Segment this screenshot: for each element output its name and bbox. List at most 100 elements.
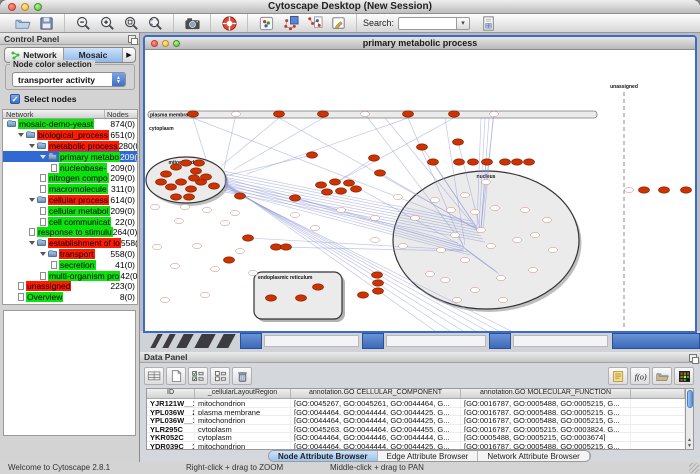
network-node-unselected[interactable]: [203, 207, 212, 212]
network-node-unselected[interactable]: [311, 225, 320, 230]
network-node[interactable]: [500, 159, 511, 165]
network-node-unselected[interactable]: [447, 207, 456, 212]
network-node[interactable]: [266, 295, 277, 301]
network-node-unselected[interactable]: [161, 297, 170, 302]
network-node-unselected[interactable]: [497, 275, 506, 280]
network-node-unselected[interactable]: [399, 243, 408, 248]
search-dropdown-button[interactable]: ▾: [456, 17, 470, 30]
network-node[interactable]: [201, 174, 212, 180]
network-node-unselected[interactable]: [487, 243, 496, 248]
network-node[interactable]: [316, 182, 327, 188]
network-node-unselected[interactable]: [451, 232, 460, 237]
network-node[interactable]: [482, 159, 493, 165]
table-cell[interactable]: plasma membrane: [195, 408, 291, 416]
disclosure-triangle-icon[interactable]: [29, 198, 35, 202]
table-cell[interactable]: YLR295C: [147, 425, 195, 433]
network-node[interactable]: [336, 188, 347, 194]
network-node[interactable]: [235, 193, 246, 199]
network-node[interactable]: [681, 187, 692, 193]
disclosure-triangle-icon[interactable]: [40, 155, 46, 159]
network-node-unselected[interactable]: [461, 257, 470, 262]
network-node[interactable]: [281, 244, 292, 250]
tab-network-attribute-browser[interactable]: Network Attribute Browser: [478, 451, 589, 461]
network-node[interactable]: [209, 183, 220, 189]
network-node-unselected[interactable]: [549, 247, 558, 252]
network-node[interactable]: [318, 111, 329, 117]
table-cell[interactable]: [GO:0044464, GO:0044444, GO:0044425, G..…: [291, 416, 461, 424]
network-node-unselected[interactable]: [394, 194, 403, 199]
table-cell[interactable]: [631, 399, 685, 407]
network-node[interactable]: [188, 111, 199, 117]
tree-row-cellular-metabol[interactable]: cellular metabol209(0): [3, 205, 137, 216]
tree-column-nodes[interactable]: Nodes: [105, 110, 137, 118]
network-node-unselected[interactable]: [453, 297, 462, 302]
table-cell[interactable]: [GO:0044464, GO:0044446, GO:0044444, G..…: [291, 433, 461, 441]
zoom-in-icon[interactable]: [97, 15, 117, 32]
network-node[interactable]: [468, 159, 479, 165]
network-node[interactable]: [369, 155, 380, 161]
tree-row-macromolecule[interactable]: macromolecule311(0): [3, 184, 137, 195]
network-node-unselected[interactable]: [361, 111, 370, 116]
network-node-unselected[interactable]: [529, 267, 538, 272]
layout-tool-blue-icon[interactable]: [280, 15, 300, 32]
network-node[interactable]: [186, 186, 197, 192]
attribute-label-icon[interactable]: [608, 367, 628, 385]
tree-row-secretion[interactable]: secretion41(0): [3, 259, 137, 270]
column-header-annotation-go-cellular-component[interactable]: annotation.GO CELLULAR_COMPONENT: [291, 389, 461, 398]
tree-row-mosaic-demo-yeast[interactable]: mosaic-demo-yeast874(0): [3, 119, 137, 130]
column-header--cellularlayoutregion[interactable]: _cellularLayoutRegion: [195, 389, 291, 398]
network-node[interactable]: [403, 111, 414, 117]
save-session-icon[interactable]: [36, 15, 56, 32]
network-node-unselected[interactable]: [371, 215, 380, 220]
network-node[interactable]: [161, 171, 172, 177]
table-cell[interactable]: [GO:0045267, GO:0045261, GO:0044464, G..…: [291, 399, 461, 407]
table-cell[interactable]: [GO:0045263, GO:0044464, GO:0044455, G..…: [291, 425, 461, 433]
network-node[interactable]: [181, 160, 192, 166]
table-cell[interactable]: [631, 425, 685, 433]
network-node[interactable]: [454, 159, 465, 165]
table-row-ypl036w__2[interactable]: YPL036W__2plasma membrane[GO:0044464, GO…: [147, 408, 685, 417]
table-cell[interactable]: cytoplasm: [195, 425, 291, 433]
table-row-yjr121w__1[interactable]: YJR121W__1mitochondrion[GO:0045267, GO:0…: [147, 399, 685, 408]
tree-row-metabolic-process[interactable]: metabolic process280(0): [3, 141, 137, 152]
network-node[interactable]: [290, 195, 301, 201]
table-cell[interactable]: [631, 442, 685, 450]
network-node-unselected[interactable]: [193, 243, 202, 248]
search-input[interactable]: [398, 17, 456, 30]
network-node-unselected[interactable]: [441, 277, 450, 282]
tree-column-network[interactable]: Network: [3, 110, 105, 118]
column-header-annotation-go-molecular-function[interactable]: annotation.GO MOLECULAR_FUNCTION: [461, 389, 631, 398]
tree-row-overview[interactable]: Overview8(0): [3, 292, 137, 303]
tree-row-cellular-process[interactable]: cellular process614(0): [3, 195, 137, 206]
network-node[interactable]: [372, 272, 383, 278]
tree-row-unassigned[interactable]: unassigned223(0): [3, 281, 137, 292]
network-window-titlebar[interactable]: primary metabolic process: [145, 37, 695, 50]
tree-row-response-to-stimulu[interactable]: response to stimulu264(0): [3, 227, 137, 238]
table-cell[interactable]: [GO:0044464, GO:0044444, GO:0044425, G..…: [291, 442, 461, 450]
tree-row-multi-organism-pro[interactable]: multi-organism pro42(0): [3, 270, 137, 281]
table-cell[interactable]: YPL036W__1: [147, 416, 195, 424]
table-cell[interactable]: [GO:0016787, GO:0005215, GO:0003824, G..…: [461, 425, 631, 433]
network-node[interactable]: [373, 280, 384, 286]
network-node[interactable]: [358, 292, 369, 298]
match-attribute-icon[interactable]: [188, 367, 208, 385]
tree-row-nitrogen-compo[interactable]: nitrogen compo209(0): [3, 173, 137, 184]
table-cell[interactable]: mitochondrion: [195, 442, 291, 450]
tab-edge-attribute-browser[interactable]: Edge Attribute Browser: [378, 451, 479, 461]
table-row-ydr039c__1[interactable]: YDR039C__1mitochondrion[GO:0044464, GO:0…: [147, 442, 685, 450]
table-cell[interactable]: mitochondrion: [195, 399, 291, 407]
network-node[interactable]: [171, 194, 182, 200]
layout-tool-red-icon[interactable]: [304, 15, 324, 32]
network-node[interactable]: [184, 194, 195, 200]
network-node[interactable]: [375, 170, 386, 176]
network-node[interactable]: [639, 187, 650, 193]
zoom-out-icon[interactable]: [73, 15, 93, 32]
tree-row-establishment-of-lo[interactable]: establishment of lo558(0): [3, 238, 137, 249]
table-cell[interactable]: [GO:0044464, GO:0044444, GO:0044425, G..…: [291, 408, 461, 416]
attribute-options-icon[interactable]: [210, 367, 230, 385]
table-row-ypl036w__1[interactable]: YPL036W__1mitochondrion[GO:0044464, GO:0…: [147, 416, 685, 425]
select-nodes-checkbox[interactable]: ✓: [10, 94, 20, 104]
table-scrollbar[interactable]: ▲▼: [685, 388, 694, 450]
network-node[interactable]: [313, 284, 324, 290]
open-file-icon[interactable]: [12, 15, 32, 32]
